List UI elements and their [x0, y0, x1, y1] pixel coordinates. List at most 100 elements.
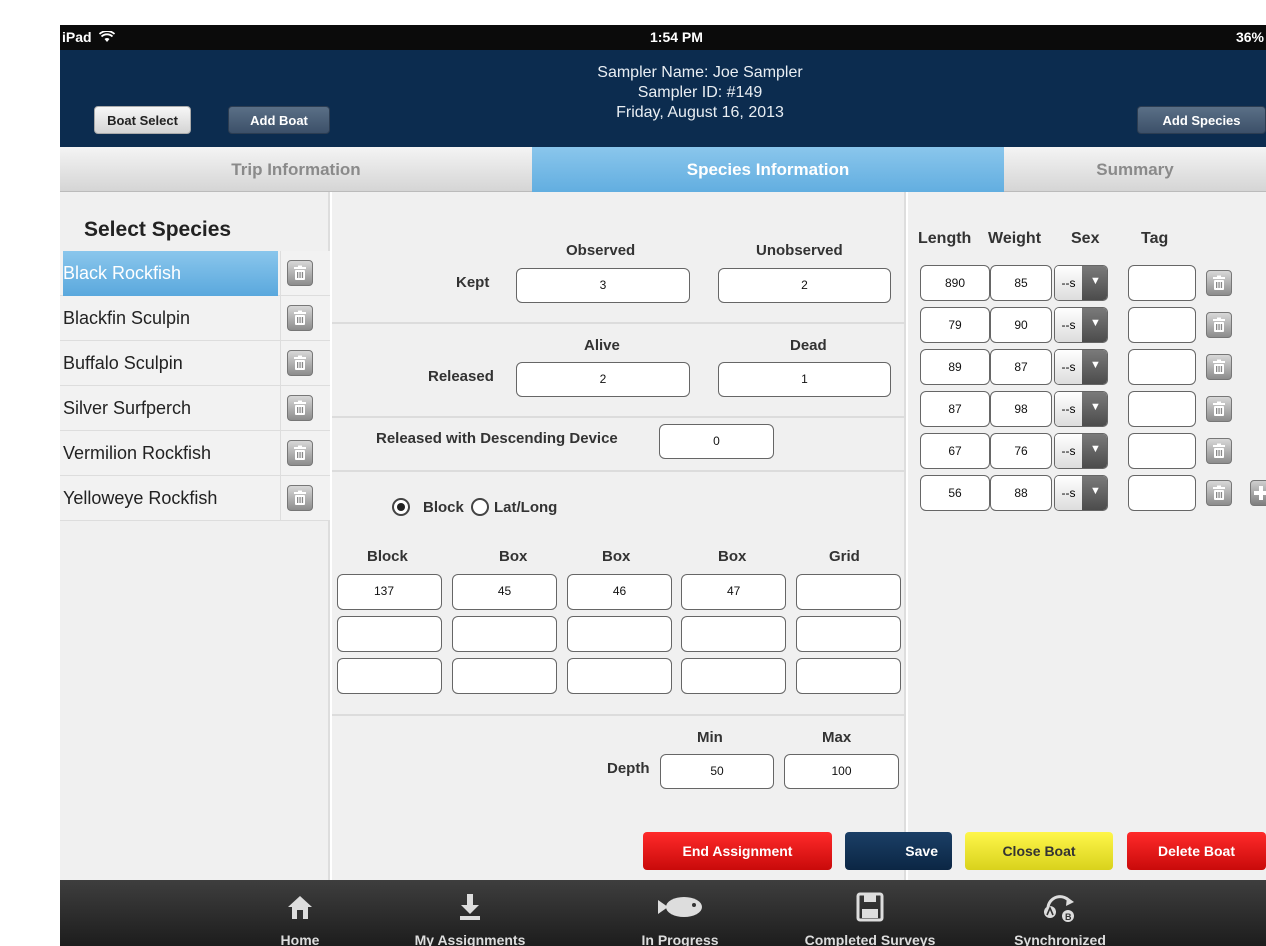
nav-home[interactable]: Home	[255, 880, 345, 946]
length-field[interactable]: 87	[920, 391, 990, 427]
trash-icon[interactable]	[287, 395, 313, 421]
nav-home-label: Home	[280, 932, 320, 946]
depth-label: Depth	[607, 760, 650, 777]
trash-icon[interactable]	[1206, 438, 1232, 464]
trash-icon[interactable]	[1206, 480, 1232, 506]
tab-bar: Trip Information Species Information Sum…	[60, 147, 1266, 192]
location-cell-field[interactable]: 47	[681, 574, 786, 610]
weight-field[interactable]: 98	[990, 391, 1052, 427]
dropdown-arrow-icon: ▼	[1082, 266, 1107, 300]
location-cell-field[interactable]	[337, 658, 442, 694]
trash-icon[interactable]	[1206, 312, 1232, 338]
species-delete-cell	[280, 431, 330, 476]
delete-boat-button[interactable]: Delete Boat	[1127, 832, 1266, 870]
trash-icon[interactable]	[287, 440, 313, 466]
measurements-panel: Length Weight Sex Tag 890 85 --s ▼ 79 90 --s ▼ 8…	[908, 192, 1266, 880]
block-radio[interactable]	[392, 498, 410, 516]
location-cell-field[interactable]	[681, 658, 786, 694]
block-mode-label: Block	[423, 499, 464, 516]
tag-field[interactable]	[1128, 265, 1196, 301]
nav-my-assignments[interactable]: My Assignments	[400, 880, 540, 946]
latlong-radio[interactable]	[471, 498, 489, 516]
add-row-plus-icon[interactable]	[1250, 480, 1266, 506]
sex-select[interactable]: --s ▼	[1054, 265, 1108, 301]
location-cell-field[interactable]	[681, 616, 786, 652]
add-boat-button[interactable]: Add Boat	[228, 106, 330, 134]
location-cell-field[interactable]	[796, 616, 901, 652]
weight-field[interactable]: 85	[990, 265, 1052, 301]
species-item[interactable]: Black Rockfish	[60, 251, 330, 296]
sex-select[interactable]: --s ▼	[1054, 349, 1108, 385]
length-field[interactable]: 89	[920, 349, 990, 385]
length-field[interactable]: 67	[920, 433, 990, 469]
species-item[interactable]: Silver Surfperch	[60, 386, 330, 431]
species-item[interactable]: Yelloweye Rockfish	[60, 476, 330, 521]
close-boat-button[interactable]: Close Boat	[965, 832, 1113, 870]
depth-max-field[interactable]: 100	[784, 754, 899, 789]
nav-completed-surveys[interactable]: Completed Surveys	[790, 880, 950, 946]
kept-observed-field[interactable]: 3	[516, 268, 690, 303]
location-cell-field[interactable]	[452, 616, 557, 652]
tag-field[interactable]	[1128, 433, 1196, 469]
weight-field[interactable]: 76	[990, 433, 1052, 469]
released-alive-field[interactable]: 2	[516, 362, 690, 397]
location-cell-field[interactable]	[567, 616, 672, 652]
tab-summary[interactable]: Summary	[1004, 147, 1266, 192]
tag-field[interactable]	[1128, 349, 1196, 385]
tag-field[interactable]	[1128, 475, 1196, 511]
weight-field[interactable]: 88	[990, 475, 1052, 511]
length-field[interactable]: 890	[920, 265, 990, 301]
location-cell-field[interactable]: 45	[452, 574, 557, 610]
tab-species-information[interactable]: Species Information	[532, 147, 1004, 192]
sex-select[interactable]: --s ▼	[1054, 307, 1108, 343]
nav-synchronized-label: Synchronized	[1014, 932, 1106, 946]
location-cell-field[interactable]: 137	[337, 574, 442, 610]
kept-section: Observed Unobserved Kept 3 2	[332, 192, 906, 324]
length-field[interactable]: 79	[920, 307, 990, 343]
trash-icon[interactable]	[287, 305, 313, 331]
trash-icon[interactable]	[287, 260, 313, 286]
depth-min-field[interactable]: 50	[660, 754, 774, 789]
species-name[interactable]: Yelloweye Rockfish	[63, 476, 278, 521]
sex-value: --s	[1055, 350, 1082, 384]
tab-trip-information[interactable]: Trip Information	[60, 147, 532, 192]
trash-icon[interactable]	[1206, 354, 1232, 380]
tag-field[interactable]	[1128, 391, 1196, 427]
sex-select[interactable]: --s ▼	[1054, 391, 1108, 427]
species-name[interactable]: Blackfin Sculpin	[63, 296, 278, 341]
weight-field[interactable]: 87	[990, 349, 1052, 385]
species-item[interactable]: Buffalo Sculpin	[60, 341, 330, 386]
sex-select[interactable]: --s ▼	[1054, 433, 1108, 469]
location-cell-field[interactable]	[567, 658, 672, 694]
trash-icon[interactable]	[1206, 270, 1232, 296]
tag-field[interactable]	[1128, 307, 1196, 343]
nav-synchronized[interactable]: B Synchronized	[995, 880, 1125, 946]
nav-in-progress[interactable]: In Progress	[620, 880, 740, 946]
end-assignment-button[interactable]: End Assignment	[643, 832, 832, 870]
length-field[interactable]: 56	[920, 475, 990, 511]
descending-field[interactable]: 0	[659, 424, 774, 459]
species-name[interactable]: Buffalo Sculpin	[63, 341, 278, 386]
sex-select[interactable]: --s ▼	[1054, 475, 1108, 511]
trash-icon[interactable]	[287, 485, 313, 511]
location-cell-field[interactable]	[796, 658, 901, 694]
species-item[interactable]: Vermilion Rockfish	[60, 431, 330, 476]
catch-form: Observed Unobserved Kept 3 2 Alive Dead …	[332, 192, 906, 880]
species-item[interactable]: Blackfin Sculpin	[60, 296, 330, 341]
species-name[interactable]: Vermilion Rockfish	[63, 431, 278, 476]
species-name[interactable]: Silver Surfperch	[63, 386, 278, 431]
kept-unobserved-field[interactable]: 2	[718, 268, 891, 303]
trash-icon[interactable]	[287, 350, 313, 376]
location-cell-field[interactable]	[337, 616, 442, 652]
species-name[interactable]: Black Rockfish	[63, 251, 278, 296]
add-species-button[interactable]: Add Species	[1137, 106, 1266, 134]
location-cell-field[interactable]: 46	[567, 574, 672, 610]
location-cell-field[interactable]	[796, 574, 901, 610]
boat-select-button[interactable]: Boat Select	[94, 106, 191, 134]
weight-field[interactable]: 90	[990, 307, 1052, 343]
save-button[interactable]: Save	[845, 832, 952, 870]
device-name: iPad	[62, 29, 92, 45]
trash-icon[interactable]	[1206, 396, 1232, 422]
location-cell-field[interactable]	[452, 658, 557, 694]
released-dead-field[interactable]: 1	[718, 362, 891, 397]
